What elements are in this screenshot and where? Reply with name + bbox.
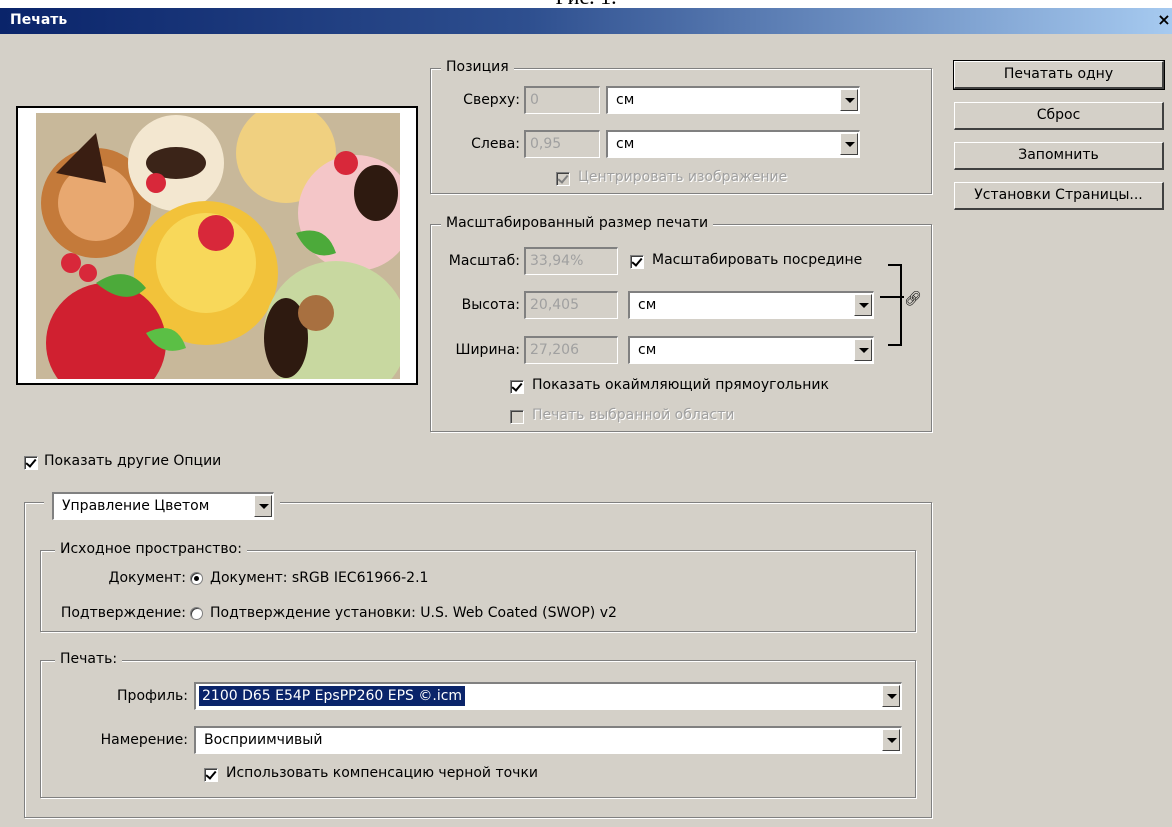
height-input[interactable]: 20,405	[524, 291, 618, 319]
source-space-legend: Исходное пространство:	[55, 541, 247, 557]
print-one-button[interactable]: Печатать одну	[953, 60, 1165, 90]
left-input[interactable]: 0,95	[524, 130, 600, 158]
document-label: Документ:	[108, 570, 186, 586]
figure-caption: Рис. 1.	[0, 0, 1172, 8]
position-legend: Позиция	[441, 59, 514, 75]
top-unit-value: см	[616, 92, 635, 108]
intent-select[interactable]: Восприимчивый	[194, 726, 902, 754]
bpc-label: Использовать компенсацию черной точки	[226, 765, 539, 781]
chevron-down-icon[interactable]	[840, 89, 858, 111]
height-unit-select[interactable]: см	[628, 291, 874, 319]
top-label: Сверху:	[463, 92, 520, 108]
more-options-label: Показать другие Опции	[44, 453, 222, 469]
center-image-checkbox[interactable]	[556, 172, 570, 186]
scale-to-fit-label: Масштабировать посредине	[652, 252, 863, 268]
scale-label: Масштаб:	[448, 253, 520, 269]
top-unit-select[interactable]: см	[606, 86, 860, 114]
chevron-down-icon[interactable]	[882, 729, 900, 751]
options-dropdown[interactable]: Управление Цветом	[52, 492, 274, 520]
proof-radio[interactable]	[190, 607, 203, 620]
profile-select[interactable]: 2100 D65 E54P EpsPP260 EPS ©.icm	[194, 682, 902, 710]
print-dialog: Позиция Сверху: 0 см Слева: 0,95 см Цент…	[0, 34, 1172, 827]
more-options-checkbox[interactable]	[24, 456, 38, 470]
page-setup-button[interactable]: Установки Страницы...	[954, 182, 1164, 210]
document-radio[interactable]	[190, 572, 203, 585]
print-space-legend: Печать:	[55, 651, 123, 667]
chevron-down-icon[interactable]	[854, 294, 872, 316]
chevron-down-icon[interactable]	[854, 339, 872, 361]
title-bar: Печать ×	[0, 8, 1172, 34]
width-input[interactable]: 27,206	[524, 336, 618, 364]
intent-label: Намерение:	[100, 732, 188, 748]
bpc-checkbox[interactable]	[204, 768, 218, 782]
height-unit-value: см	[638, 297, 657, 313]
proof-radio-label: Подтверждение установки: U.S. Web Coated…	[210, 605, 617, 621]
chevron-down-icon[interactable]	[882, 685, 900, 707]
profile-value: 2100 D65 E54P EpsPP260 EPS ©.icm	[199, 686, 466, 706]
close-button[interactable]: ×	[1156, 10, 1172, 30]
left-label: Слева:	[471, 136, 520, 152]
left-unit-select[interactable]: см	[606, 130, 860, 158]
chevron-down-icon[interactable]	[254, 495, 272, 517]
preview-image	[36, 113, 400, 379]
scaled-size-legend: Масштабированный размер печати	[441, 215, 714, 231]
width-unit-select[interactable]: см	[628, 336, 874, 364]
print-selection-checkbox[interactable]	[510, 410, 524, 424]
proof-label: Подтверждение:	[60, 605, 186, 621]
width-unit-value: см	[638, 342, 657, 358]
bounding-box-label: Показать окаймляющий прямоугольник	[532, 377, 829, 393]
bracket-tick	[880, 296, 904, 298]
left-unit-value: см	[616, 136, 635, 152]
print-preview	[16, 106, 418, 385]
link-icon: 🔗︎	[904, 291, 922, 307]
scale-input[interactable]: 33,94%	[524, 247, 618, 275]
document-radio-label: Документ: sRGB IEC61966-2.1	[210, 570, 429, 586]
print-selection-label: Печать выбранной области	[532, 407, 735, 423]
chevron-down-icon[interactable]	[840, 133, 858, 155]
profile-label: Профиль:	[117, 688, 188, 704]
center-image-label: Центрировать изображение	[578, 169, 788, 185]
bounding-box-checkbox[interactable]	[510, 380, 524, 394]
intent-value: Восприимчивый	[204, 732, 323, 748]
constrain-bracket	[888, 264, 902, 346]
window-title: Печать	[10, 12, 68, 28]
top-input[interactable]: 0	[524, 86, 600, 114]
scale-to-fit-checkbox[interactable]	[630, 255, 644, 269]
options-dropdown-value: Управление Цветом	[62, 498, 210, 514]
reset-button[interactable]: Сброс	[954, 102, 1164, 130]
remember-button[interactable]: Запомнить	[954, 142, 1164, 170]
width-label: Ширина:	[455, 342, 520, 358]
height-label: Высота:	[461, 297, 520, 313]
